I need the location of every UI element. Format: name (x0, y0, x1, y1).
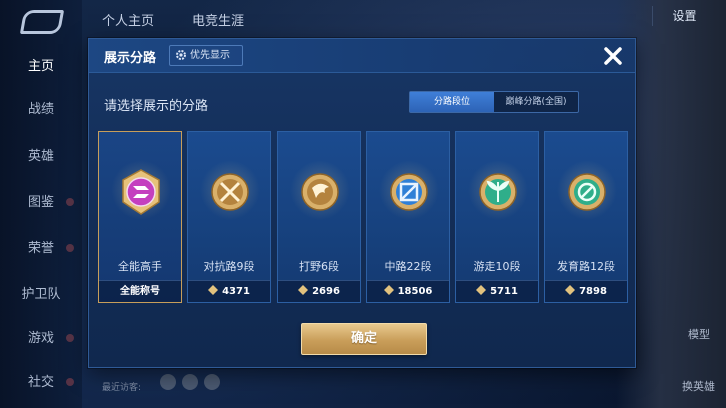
sidebar-item-games[interactable]: 游戏 (0, 324, 82, 354)
display-lane-dialog: 展示分路 优先显示 请选择展示的分路 分路段位 巅峰分路(全国) 全能高手 全能… (88, 38, 636, 368)
points-icon (208, 285, 219, 295)
clash-lane-badge-icon (211, 173, 249, 211)
notification-dot (66, 378, 74, 386)
lane-card-label: 全能高手 (118, 260, 162, 273)
jungle-badge-icon (301, 173, 339, 211)
lane-card-label: 对抗路9段 (203, 260, 255, 273)
sidebar: 主页 战绩 英雄 图鉴 荣誉 护卫队 游戏 社交 (0, 0, 82, 408)
sidebar-item-social[interactable]: 社交 (0, 368, 82, 398)
priority-display-label: 优先显示 (190, 50, 230, 61)
lane-card-label: 发育路12段 (557, 260, 615, 273)
sidebar-item-collection[interactable]: 图鉴 (0, 188, 82, 218)
lane-card-label: 游走10段 (473, 260, 521, 273)
lane-card-roam[interactable]: 游走10段 5711 (455, 131, 539, 303)
lane-card-label: 中路22段 (384, 260, 432, 273)
dialog-title: 展示分路 (104, 51, 157, 66)
priority-display-button[interactable]: 优先显示 (169, 45, 243, 66)
model-caption[interactable]: 模型 (688, 326, 710, 342)
roam-badge-icon (479, 173, 517, 211)
lane-card-footer: 4371 (188, 280, 270, 302)
lane-card-mid[interactable]: 中路22段 18506 (366, 131, 450, 303)
close-icon[interactable] (598, 41, 628, 71)
sidebar-item-record[interactable]: 战绩 (0, 95, 82, 125)
dialog-subtitle: 请选择展示的分路 (104, 99, 209, 114)
lane-card-footer: 7898 (545, 280, 627, 302)
sidebar-item-home[interactable]: 主页 (0, 52, 82, 82)
farm-lane-badge-icon (568, 173, 606, 211)
points-icon (383, 285, 394, 295)
points-icon (565, 285, 576, 295)
lane-card-footer: 5711 (456, 280, 538, 302)
lane-card-all-rounder[interactable]: 全能高手 全能称号 (98, 131, 182, 303)
sidebar-item-guard[interactable]: 护卫队 (0, 280, 82, 310)
points-icon (298, 285, 309, 295)
lane-card-farm[interactable]: 发育路12段 7898 (544, 131, 628, 303)
mid-lane-badge-icon (390, 173, 428, 211)
dialog-header: 展示分路 优先显示 (89, 39, 635, 73)
sidebar-item-heroes[interactable]: 英雄 (0, 142, 82, 172)
avatar[interactable] (182, 374, 198, 390)
swap-hero-caption[interactable]: 换英雄 (682, 378, 715, 394)
lane-card-jungle[interactable]: 打野6段 2696 (277, 131, 361, 303)
settings-button[interactable]: 设置 (652, 6, 716, 26)
all-rounder-badge-icon (122, 169, 160, 215)
notification-dot (66, 244, 74, 252)
lane-card-clash[interactable]: 对抗路9段 4371 (187, 131, 271, 303)
lane-card-footer: 18506 (367, 280, 449, 302)
points-icon (476, 285, 487, 295)
tab-peak-lane-national[interactable]: 巅峰分路(全国) (494, 92, 578, 112)
lane-card-footer: 全能称号 (99, 280, 181, 302)
avatar[interactable] (204, 374, 220, 390)
tab-esports-career[interactable]: 电竞生涯 (192, 10, 244, 29)
lane-mode-toggle: 分路段位 巅峰分路(全国) (409, 91, 579, 113)
back-logo-icon[interactable] (19, 10, 65, 34)
sidebar-item-honors[interactable]: 荣誉 (0, 234, 82, 264)
notification-dot (66, 334, 74, 342)
tab-profile[interactable]: 个人主页 (102, 10, 154, 29)
lane-card-footer: 2696 (278, 280, 360, 302)
recent-visitors-label: 最近访客: (102, 383, 142, 393)
lane-card-label: 打野6段 (299, 260, 339, 273)
gear-icon (176, 50, 186, 60)
confirm-button[interactable]: 确定 (301, 323, 427, 355)
notification-dot (66, 198, 74, 206)
tab-lane-rank[interactable]: 分路段位 (410, 92, 494, 112)
avatar[interactable] (160, 374, 176, 390)
